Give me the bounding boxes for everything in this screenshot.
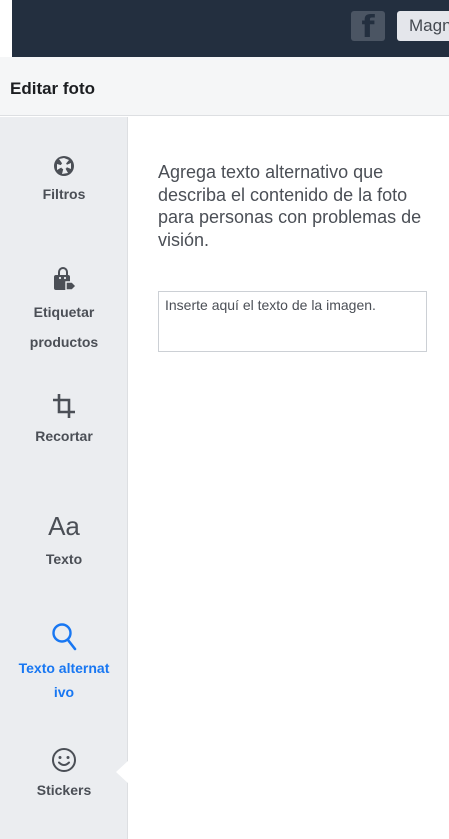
text-aa-icon: Aa — [48, 511, 80, 541]
alt-text-description: Agrega texto alternativo que describa el… — [158, 162, 422, 250]
sidebar-item-label: Texto — [45, 551, 83, 567]
sidebar-item-label: Recortar — [35, 428, 93, 444]
sidebar-item-texto-alternativo[interactable]: Texto alternativo — [0, 622, 128, 704]
sidebar-item-etiquetar[interactable]: Etiquetar productos — [0, 267, 128, 357]
alt-text-input[interactable] — [158, 291, 427, 352]
facebook-logo-icon[interactable]: f — [351, 11, 385, 41]
top-bar: f Magn — [12, 0, 449, 57]
smiley-icon — [52, 748, 76, 772]
sidebar-item-stickers[interactable]: Stickers — [0, 747, 128, 803]
page-title: Editar foto — [10, 79, 95, 98]
search-icon — [52, 623, 77, 651]
alt-text-panel: Agrega texto alternativo que describa el… — [129, 117, 449, 839]
editor-sidebar: Filtros Etiquetar productos Recortar Aa … — [0, 117, 129, 839]
sidebar-item-label: Texto alternativo — [18, 660, 110, 700]
sidebar-item-filtros[interactable]: Filtros — [0, 155, 128, 207]
sidebar-item-texto[interactable]: Aa Texto — [0, 510, 128, 572]
aperture-icon — [54, 156, 74, 176]
active-indicator — [116, 760, 129, 784]
crop-icon — [53, 394, 75, 418]
sidebar-item-recortar[interactable]: Recortar — [0, 393, 128, 449]
sidebar-item-label: Stickers — [36, 782, 92, 798]
page-name-chip[interactable]: Magn — [397, 11, 449, 41]
shopping-bag-tag-icon — [54, 267, 77, 291]
sidebar-item-label: Etiquetar productos — [29, 304, 99, 350]
sidebar-item-label: Filtros — [42, 186, 86, 202]
dialog-header: Editar foto — [0, 57, 449, 116]
